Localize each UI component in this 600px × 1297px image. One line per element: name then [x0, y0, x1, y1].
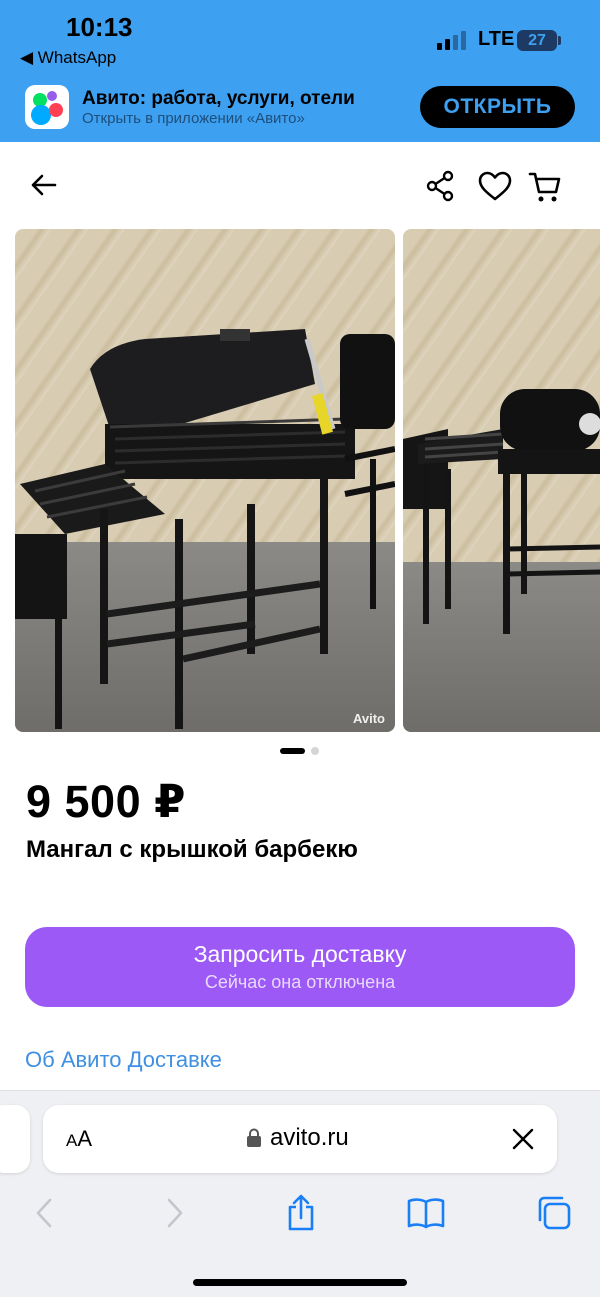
cart-icon[interactable]	[526, 168, 564, 206]
text-size-button[interactable]: AA	[66, 1126, 92, 1152]
home-indicator	[193, 1279, 407, 1286]
gallery-page-indicator-active	[280, 748, 305, 754]
banner-title: Авито: работа, услуги, отели	[82, 88, 355, 109]
cellular-signal-icon	[437, 31, 466, 50]
request-delivery-sublabel: Сейчас она отключена	[204, 972, 396, 992]
listing-price: 9 500 ₽	[26, 776, 186, 827]
share-page-icon[interactable]	[280, 1192, 322, 1234]
grill-image	[15, 329, 395, 729]
lock-icon	[247, 1128, 261, 1147]
banner-subtitle: Открыть в приложении «Авито»	[82, 110, 305, 127]
status-time: 10:13	[66, 12, 133, 42]
back-arrow-icon[interactable]	[26, 168, 60, 202]
open-app-button[interactable]: ОТКРЫТЬ	[420, 86, 575, 128]
battery-tip	[558, 36, 561, 45]
browser-forward-icon[interactable]	[154, 1192, 196, 1234]
tabs-icon[interactable]	[533, 1192, 575, 1234]
browser-back-icon[interactable]	[23, 1192, 65, 1234]
previous-tab-preview[interactable]	[0, 1105, 30, 1173]
request-delivery-button[interactable]: Запросить доставку Сейчас она отключена	[25, 927, 575, 1007]
url-text[interactable]: avito.ru	[270, 1124, 349, 1152]
battery-icon: 27	[517, 30, 557, 51]
close-icon[interactable]	[511, 1127, 535, 1151]
network-type: LTE	[478, 28, 515, 50]
request-delivery-label: Запросить доставку	[193, 941, 407, 967]
grill-image-2	[403, 389, 600, 634]
about-delivery-link[interactable]: Об Авито Доставке	[25, 1047, 222, 1073]
listing-photo-1[interactable]: Avito	[15, 229, 395, 732]
listing-photo-2[interactable]	[403, 229, 600, 732]
avito-app-icon	[25, 85, 69, 129]
avito-watermark: Avito	[352, 711, 385, 726]
listing-title: Мангал с крышкой барбекю	[26, 836, 358, 863]
gallery-page-indicator	[311, 747, 319, 755]
bookmarks-icon[interactable]	[405, 1192, 447, 1234]
back-to-app-link[interactable]: ◀ WhatsApp	[20, 48, 116, 68]
text-size-label: A	[77, 1126, 93, 1151]
favorite-heart-icon[interactable]	[476, 168, 514, 204]
share-icon[interactable]	[422, 168, 458, 204]
